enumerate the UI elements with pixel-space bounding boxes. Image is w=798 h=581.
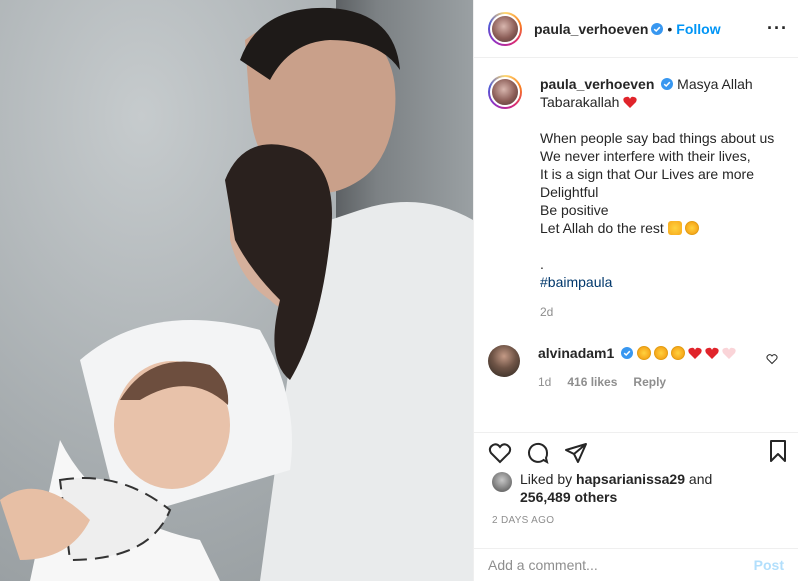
caption-username[interactable]: paula_verhoeven	[540, 76, 654, 92]
pink-heart-emoji-icon	[722, 347, 736, 359]
comments-area[interactable]: paula_verhoeven Masya Allah Tabarakallah…	[474, 59, 798, 431]
post-photo[interactable]	[0, 0, 473, 581]
others-count[interactable]: 256,489 others	[520, 489, 617, 505]
reply-button[interactable]: Reply	[633, 375, 666, 389]
caption-time[interactable]: 2d	[540, 303, 780, 321]
comment-meta: 1d 416 likes Reply	[538, 375, 736, 389]
comment-likes[interactable]: 416 likes	[567, 375, 617, 389]
caption-body: paula_verhoeven Masya Allah Tabarakallah…	[540, 75, 780, 321]
add-comment-bar: Post	[474, 548, 798, 581]
verified-badge-icon	[651, 22, 664, 35]
post-header: paula_verhoeven • Follow ···	[474, 0, 798, 58]
caption-comment: paula_verhoeven Masya Allah Tabarakallah…	[488, 75, 784, 321]
liker-username[interactable]: hapsarianissa29	[576, 471, 685, 487]
caption-dot: .	[540, 256, 544, 272]
post-side-panel: paula_verhoeven • Follow ··· paula_verho…	[473, 0, 798, 581]
instagram-post-view: paula_verhoeven • Follow ··· paula_verho…	[0, 0, 798, 581]
commenter-username[interactable]: alvinadam1	[538, 345, 614, 361]
post-comment-button[interactable]: Post	[754, 557, 784, 573]
liker-avatar[interactable]	[492, 472, 512, 492]
star-eyes-emoji-icon	[654, 346, 669, 360]
praying-hands-emoji-icon	[667, 221, 682, 235]
post-actions-bar	[474, 432, 798, 472]
comment-body: alvinadam1 1d 416 likes Reply	[538, 345, 736, 389]
red-heart-emoji-icon	[623, 96, 637, 108]
comment-row: alvinadam1 1d 416 likes Reply	[488, 345, 784, 389]
star-eyes-emoji-icon	[637, 346, 652, 360]
separator-dot: •	[667, 20, 673, 37]
like-heart-icon[interactable]	[488, 441, 512, 465]
verified-badge-icon	[661, 78, 674, 90]
caption-avatar[interactable]	[488, 75, 522, 109]
comment-bubble-icon[interactable]	[526, 441, 550, 465]
smiling-halo-emoji-icon	[684, 221, 699, 235]
hashtag-link[interactable]: #baimpaula	[540, 273, 780, 291]
more-options-icon[interactable]: ···	[767, 18, 788, 39]
likes-summary: Liked by hapsarianissa29 and 256,489 oth…	[488, 470, 784, 506]
post-date[interactable]: 2 DAYS AGO	[492, 515, 554, 526]
red-heart-emoji-icon	[688, 347, 702, 359]
photo-scene	[0, 7, 473, 581]
star-eyes-emoji-icon	[671, 346, 686, 360]
follow-button[interactable]: Follow	[676, 21, 720, 37]
save-bookmark-icon[interactable]	[766, 439, 790, 463]
likes-text: Liked by hapsarianissa29 and 256,489 oth…	[520, 471, 713, 505]
caption-text: When people say bad things about us We n…	[540, 130, 775, 236]
add-comment-input[interactable]	[488, 557, 754, 573]
commenter-avatar[interactable]	[488, 345, 520, 377]
verified-badge-icon	[621, 347, 634, 359]
red-heart-emoji-icon	[705, 347, 719, 359]
comment-time[interactable]: 1d	[538, 375, 551, 389]
share-send-icon[interactable]	[564, 441, 588, 465]
author-username[interactable]: paula_verhoeven	[534, 21, 648, 37]
comment-like-heart-icon[interactable]	[766, 353, 778, 365]
author-avatar[interactable]	[488, 11, 522, 46]
